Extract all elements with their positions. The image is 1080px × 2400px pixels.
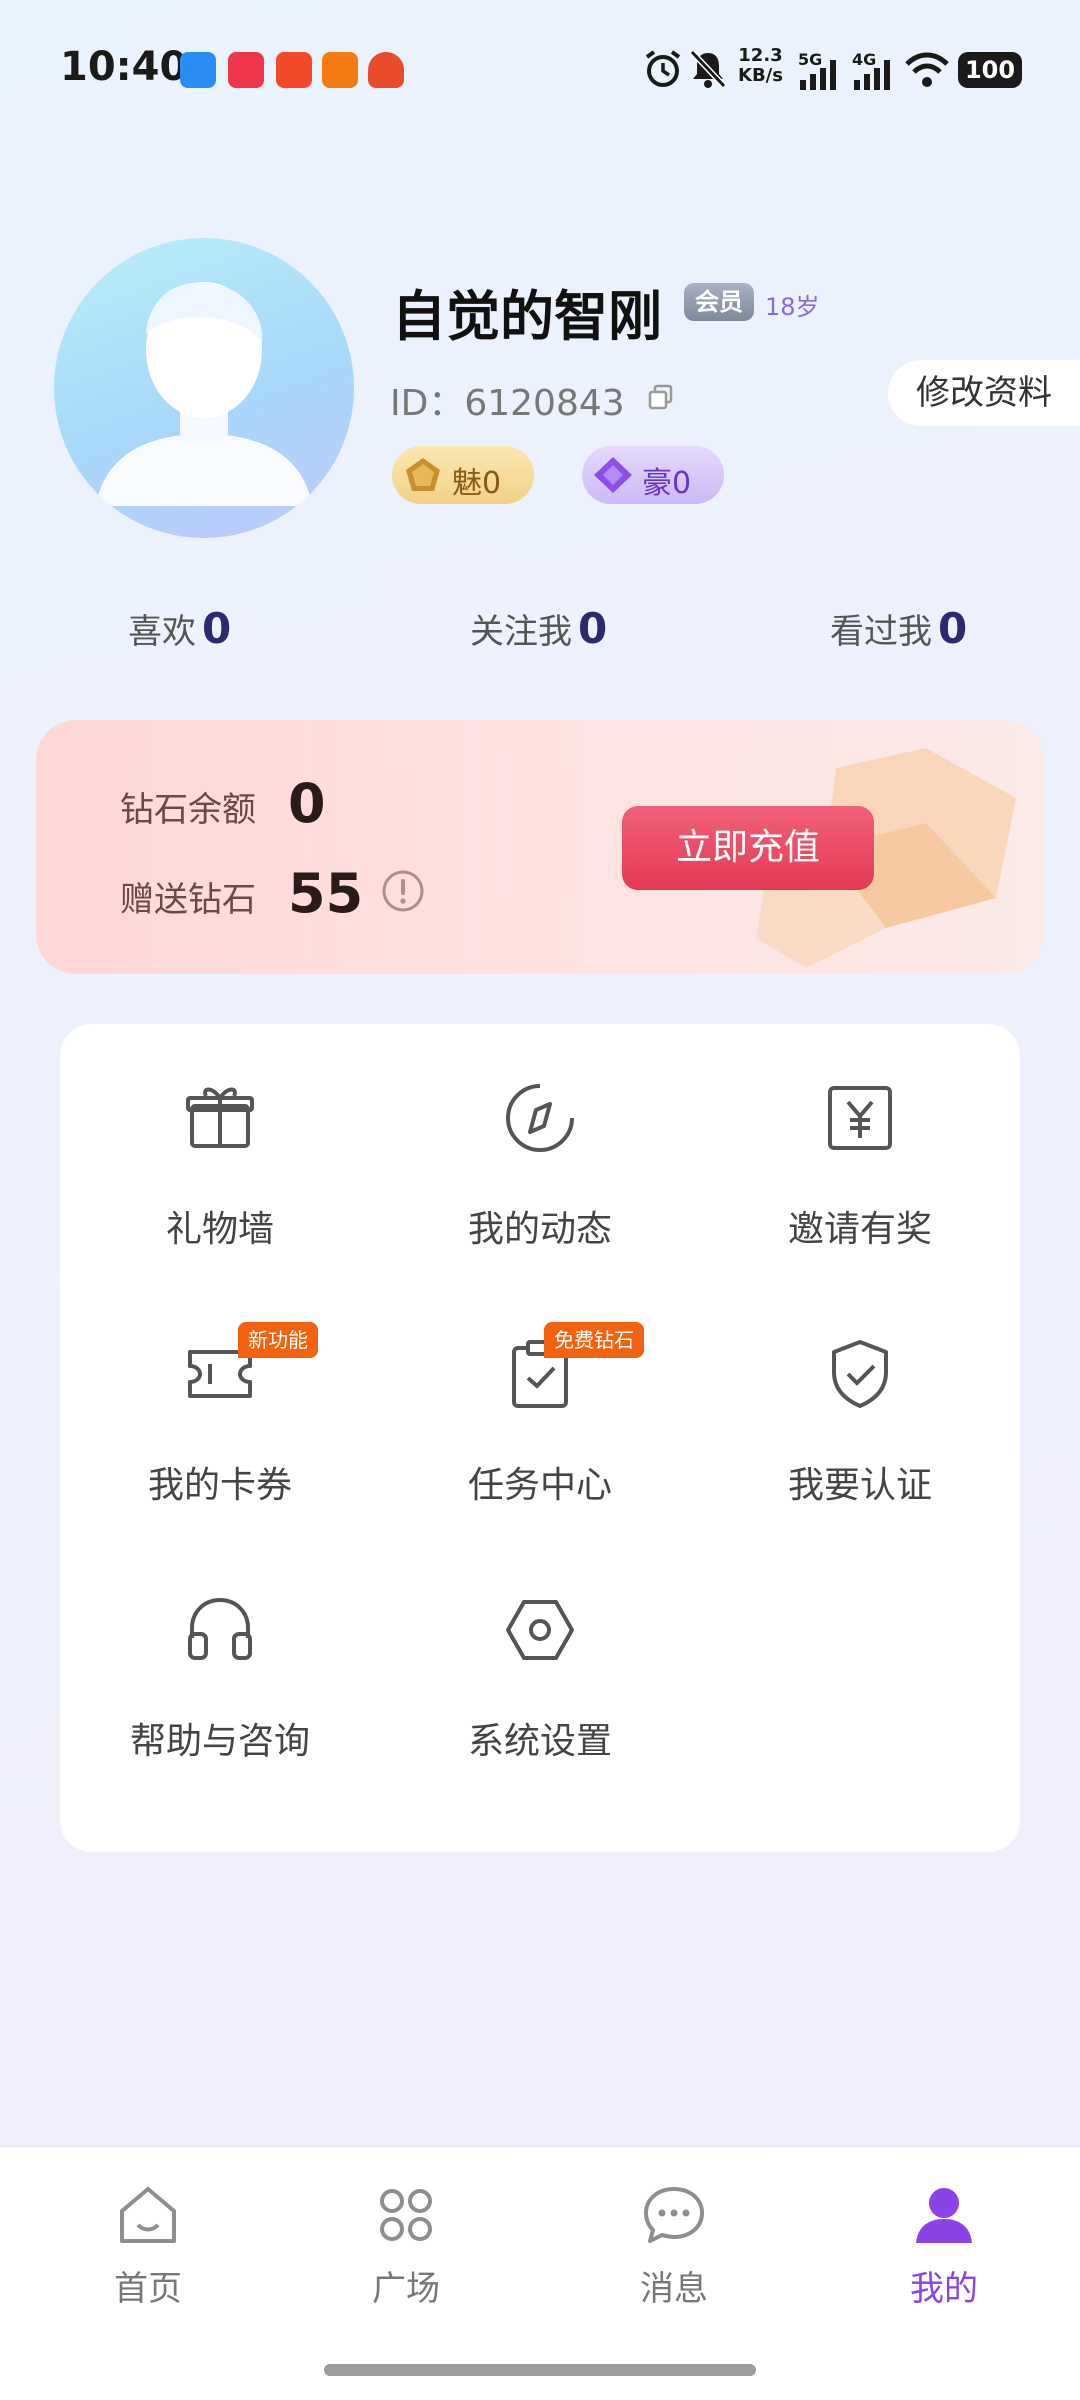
menu-item-label: 我的动态 — [467, 1209, 612, 1250]
stat-followers-value: 0 — [578, 604, 608, 653]
stat-followers-label: 关注我 — [470, 612, 572, 652]
stat-visitors-label: 看过我 — [830, 612, 932, 652]
menu-item-task-center[interactable]: 免费钻石 任务中心 — [380, 1280, 700, 1536]
user-id: ID：6120843 — [390, 383, 625, 424]
age-label: 18岁 — [765, 293, 820, 321]
edit-profile-button[interactable]: 修改资料 — [888, 360, 1080, 426]
grid-icon — [380, 2189, 432, 2241]
menu-item-coupons[interactable]: 新功能 我的卡券 — [60, 1280, 380, 1536]
tab-square[interactable]: 广场 — [326, 2181, 486, 2311]
home-icon — [120, 2187, 176, 2243]
user-icon — [916, 2188, 972, 2243]
recharge-button[interactable]: 立即充值 — [622, 806, 874, 890]
avatar[interactable] — [54, 238, 354, 538]
stat-likes[interactable]: 喜欢 0 — [128, 604, 231, 653]
menu-item-settings[interactable]: 系统设置 — [380, 1536, 700, 1792]
stat-followers[interactable]: 关注我 0 — [470, 604, 607, 653]
charm-label: 魅0 — [452, 466, 502, 501]
menu-item-label: 我要认证 — [787, 1465, 932, 1506]
gift-icon — [186, 1087, 254, 1148]
charm-crown-icon — [406, 458, 440, 491]
diamond-balance-label: 钻石余额 — [120, 790, 256, 830]
tab-label: 首页 — [114, 2269, 182, 2309]
status-time: 10:40 — [60, 44, 188, 90]
battery-indicator: 100 — [958, 52, 1022, 88]
app-icon-xiaohongshu — [228, 52, 264, 88]
signal-icon — [800, 60, 836, 90]
status-bar: 10:40 12.3 KB/s 5G 4G 100 — [0, 0, 1080, 140]
wifi-icon — [905, 52, 949, 87]
tab-messages[interactable]: 消息 — [594, 2181, 754, 2311]
app-icon-red — [368, 52, 404, 88]
wealth-label: 豪0 — [642, 466, 692, 501]
new-feature-tag: 新功能 — [238, 1322, 318, 1358]
headphones-icon — [188, 1597, 252, 1660]
username: 自觉的智刚 — [392, 285, 662, 348]
menu-item-invite-reward[interactable]: 邀请有奖 — [700, 1024, 1020, 1280]
default-avatar-icon — [96, 282, 312, 506]
menu-item-label: 任务中心 — [467, 1465, 612, 1506]
diamond-balance-value: 0 — [288, 772, 326, 835]
menu-item-label: 我的卡券 — [147, 1465, 292, 1506]
menu-item-label: 帮助与咨询 — [129, 1721, 310, 1762]
menu-item-label: 邀请有奖 — [787, 1209, 932, 1250]
menu-item-label: 礼物墙 — [165, 1209, 274, 1250]
compass-icon — [506, 1084, 574, 1152]
yuan-icon — [828, 1086, 892, 1150]
shield-check-icon — [832, 1340, 888, 1408]
charm-badge[interactable]: 魅0 — [392, 446, 534, 504]
stat-visitors-value: 0 — [938, 604, 968, 653]
tab-label: 广场 — [372, 2269, 440, 2309]
menu-item-gift-wall[interactable]: 礼物墙 — [60, 1024, 380, 1280]
gift-diamond-label: 赠送钻石 — [120, 880, 256, 920]
app-icon-blue — [180, 52, 216, 88]
stat-likes-label: 喜欢 — [128, 612, 196, 652]
mute-icon — [689, 49, 727, 89]
home-indicator[interactable] — [324, 2364, 756, 2376]
member-badge: 会员 — [684, 283, 754, 321]
tab-label: 我的 — [910, 2269, 978, 2309]
menu-item-help[interactable]: 帮助与咨询 — [60, 1536, 380, 1792]
network-speed-unit: KB/s — [738, 65, 783, 86]
network-speed: 12.3 KB/s — [738, 46, 783, 86]
wealth-diamond-icon — [594, 457, 632, 493]
chat-icon — [644, 2187, 704, 2243]
app-icon-orange — [322, 52, 358, 88]
gift-diamond-value: 55 — [288, 862, 364, 925]
tab-mine[interactable]: 我的 — [864, 2181, 1024, 2311]
signal-icon-2 — [854, 60, 890, 90]
menu-item-my-posts[interactable]: 我的动态 — [380, 1024, 700, 1280]
app-icon-taobao — [276, 52, 312, 88]
tab-label: 消息 — [640, 2269, 708, 2309]
stat-likes-value: 0 — [202, 604, 232, 653]
stat-visitors[interactable]: 看过我 0 — [830, 604, 967, 653]
menu-card: 礼物墙 我的动态 邀请有奖 新功能 我的卡券 免费钻石 任务中心 我要认证 帮助… — [60, 1024, 1020, 1852]
menu-item-verification[interactable]: 我要认证 — [700, 1280, 1020, 1536]
tab-home[interactable]: 首页 — [68, 2181, 228, 2311]
bottom-tab-bar: 首页 广场 消息 我的 — [0, 2146, 1080, 2400]
wealth-badge[interactable]: 豪0 — [582, 446, 724, 504]
settings-icon — [506, 1600, 574, 1660]
menu-item-label: 系统设置 — [467, 1721, 612, 1762]
alarm-icon — [645, 50, 681, 87]
info-icon[interactable] — [380, 868, 426, 914]
diamond-balance-card: 钻石余额 0 赠送钻石 55 立即充值 — [36, 720, 1044, 974]
network-speed-value: 12.3 — [738, 45, 783, 66]
free-diamond-tag: 免费钻石 — [544, 1322, 644, 1358]
copy-icon[interactable] — [646, 382, 676, 412]
